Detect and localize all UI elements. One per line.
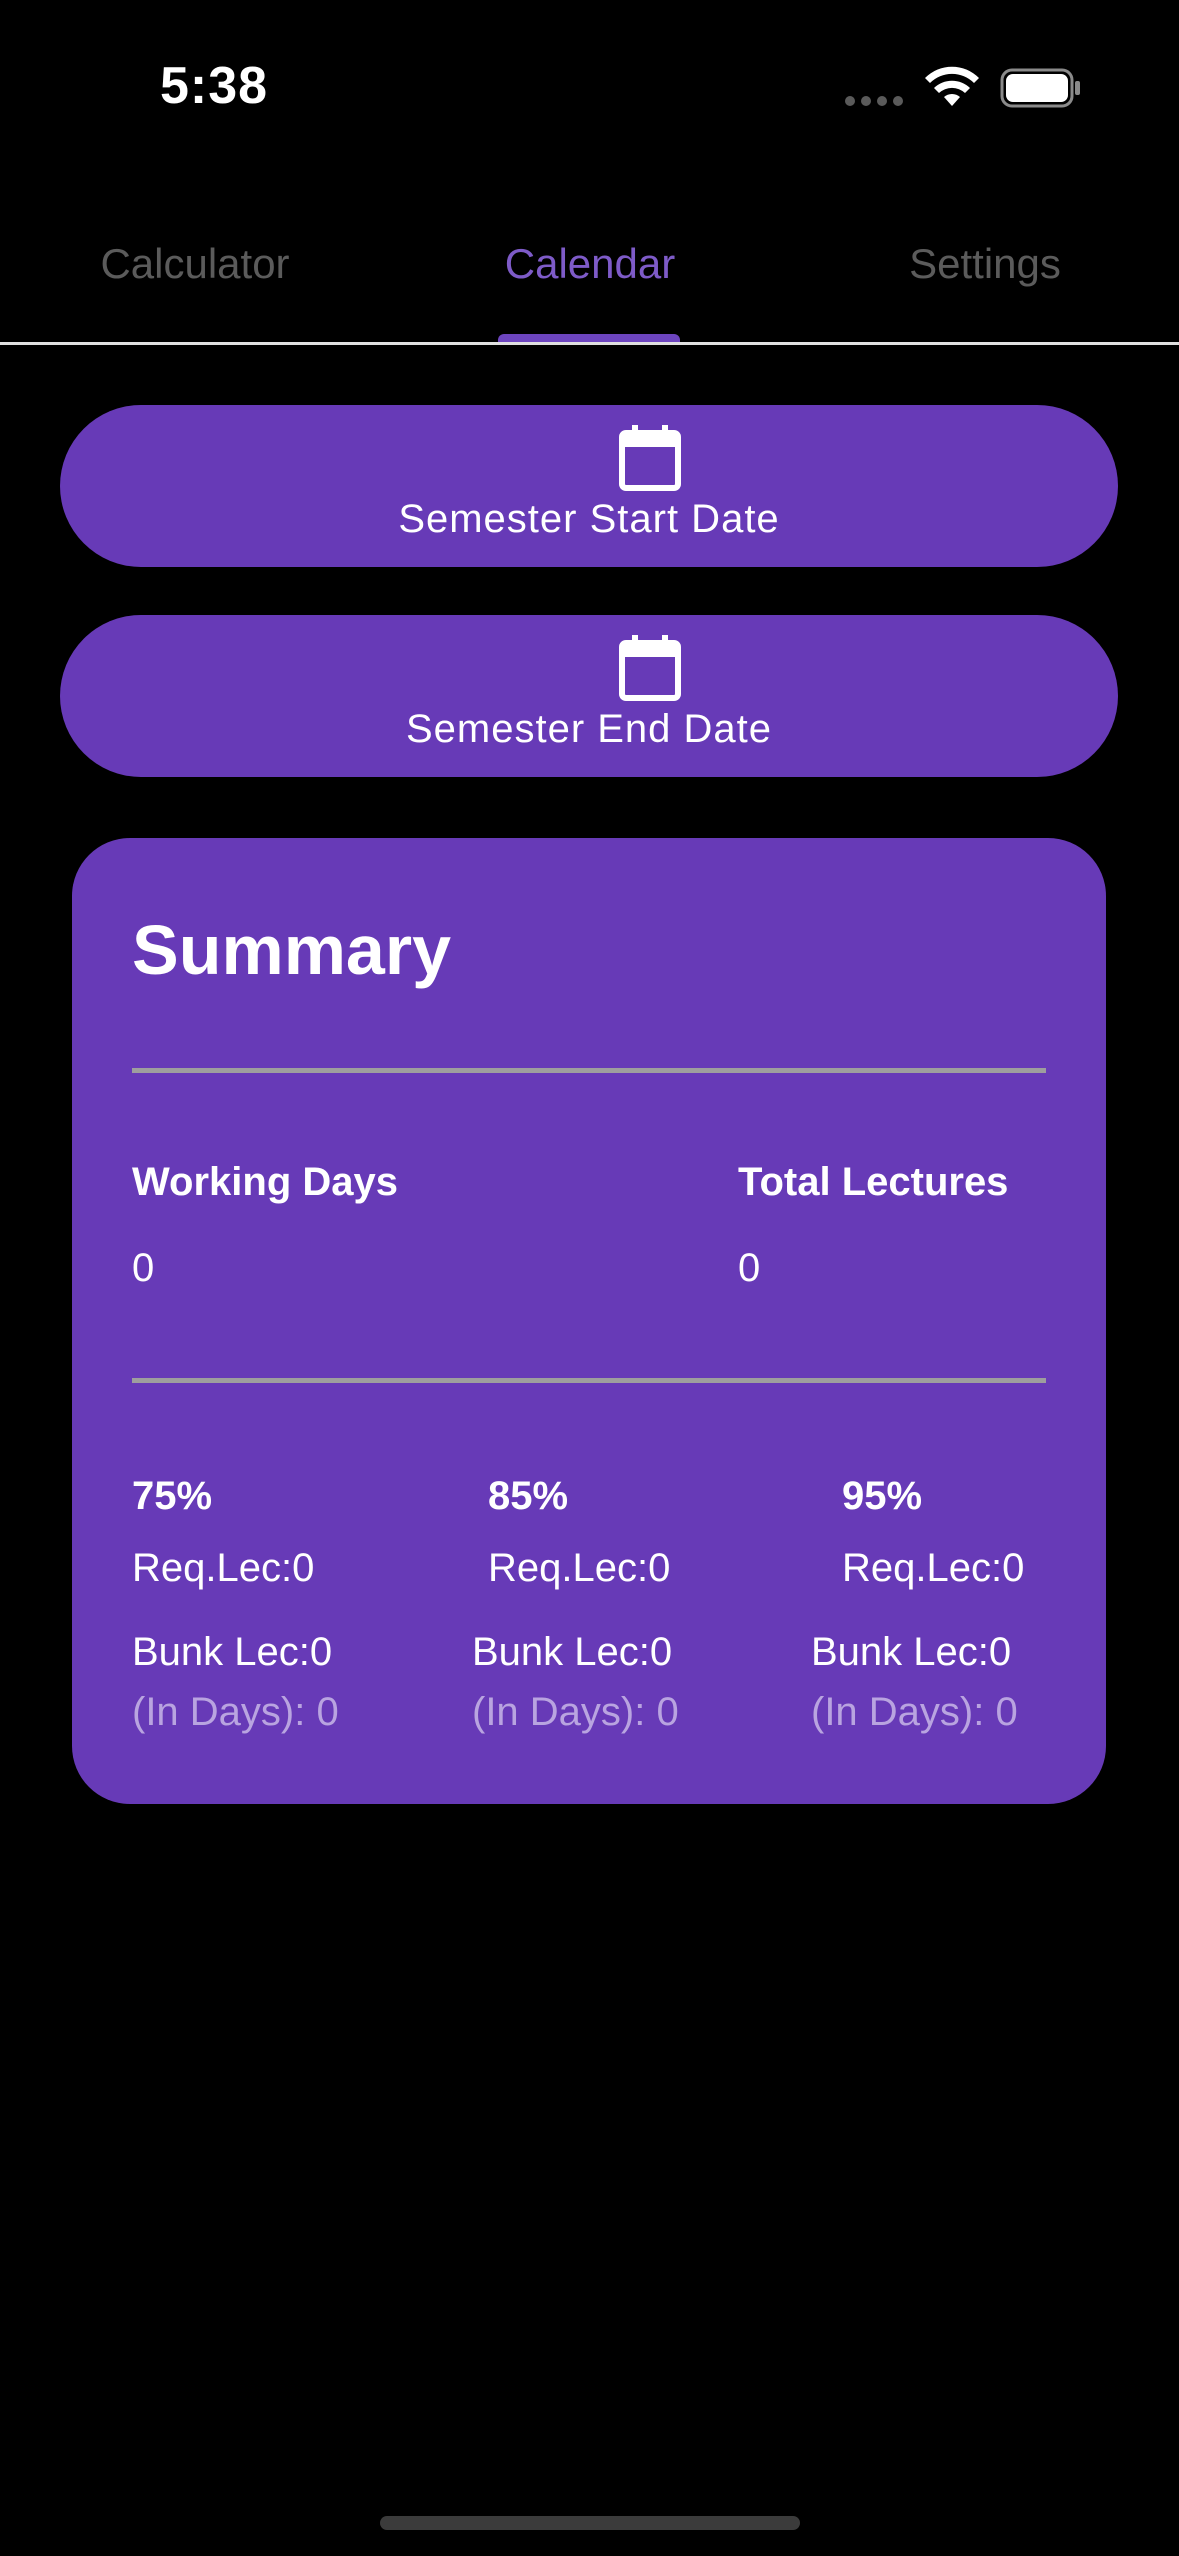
target-95-percent-label: 95%: [842, 1474, 923, 1518]
cellular-signal-icon: [845, 96, 905, 108]
tab-bar-divider: [0, 342, 1179, 345]
target-85-bunk-lectures: Bunk Lec:0: [472, 1630, 673, 1674]
total-lectures-label: Total Lectures: [738, 1160, 1009, 1204]
target-85-required-lectures: Req.Lec:0: [488, 1546, 671, 1590]
tab-settings[interactable]: Settings: [830, 240, 1140, 300]
tab-calendar[interactable]: Calendar: [430, 240, 750, 300]
semester-end-date-label: Semester End Date: [405, 707, 773, 751]
status-bar: 5:38: [0, 0, 1179, 180]
calendar-icon: [619, 635, 681, 701]
total-lectures-value: 0: [738, 1246, 761, 1290]
semester-end-date-button[interactable]: Semester End Date: [60, 615, 1118, 777]
calendar-icon: [619, 425, 681, 491]
summary-card: Summary Working Days 0 Total Lectures 0 …: [72, 838, 1106, 1804]
tab-bar: Calculator Calendar Settings: [0, 210, 1179, 344]
semester-start-date-button[interactable]: Semester Start Date: [60, 405, 1118, 567]
battery-icon: [1000, 68, 1080, 108]
tab-calculator[interactable]: Calculator: [40, 240, 350, 300]
working-days-value: 0: [132, 1246, 155, 1290]
target-75-required-lectures: Req.Lec:0: [132, 1546, 315, 1590]
target-95-in-days: (In Days): 0: [811, 1690, 1018, 1734]
wifi-icon: [925, 66, 979, 106]
status-time: 5:38: [160, 57, 269, 115]
target-75-percent-label: 75%: [132, 1474, 213, 1518]
summary-divider: [132, 1378, 1046, 1383]
target-95-bunk-lectures: Bunk Lec:0: [811, 1630, 1012, 1674]
target-95-required-lectures: Req.Lec:0: [842, 1546, 1025, 1590]
home-indicator[interactable]: [380, 2516, 800, 2530]
target-75-in-days: (In Days): 0: [132, 1690, 339, 1734]
summary-title: Summary: [132, 911, 452, 989]
working-days-label: Working Days: [132, 1160, 398, 1204]
target-75-bunk-lectures: Bunk Lec:0: [132, 1630, 333, 1674]
semester-start-date-label: Semester Start Date: [398, 497, 780, 541]
summary-divider: [132, 1068, 1046, 1073]
target-85-in-days: (In Days): 0: [472, 1690, 679, 1734]
target-85-percent-label: 85%: [488, 1474, 569, 1518]
